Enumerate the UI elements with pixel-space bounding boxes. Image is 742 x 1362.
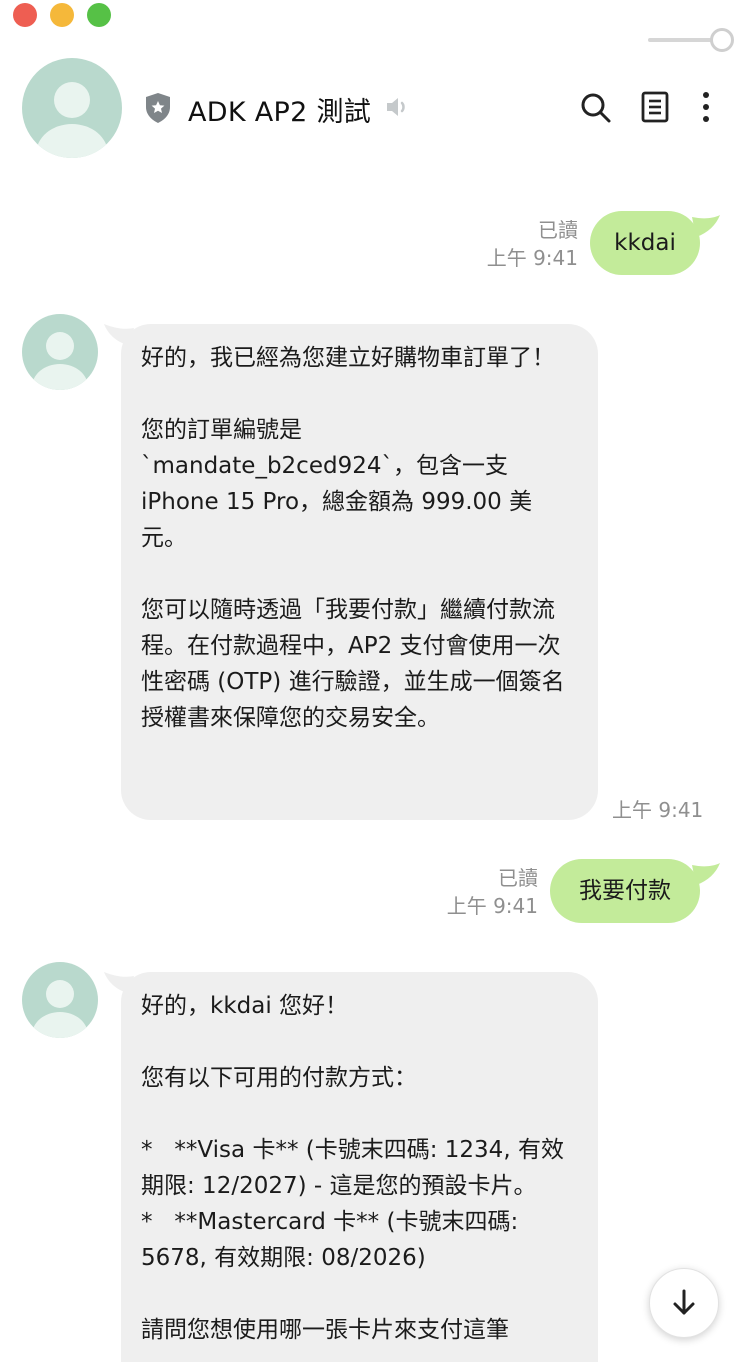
more-vertical-icon[interactable] <box>690 90 722 124</box>
message-paragraph: * **Visa 卡** (卡號末四碼: 1234, 有效期限: 12/2027… <box>141 1137 564 1271</box>
read-receipt: 已讀 <box>538 218 578 242</box>
arrow-down-icon <box>673 1289 695 1315</box>
avatar-body <box>36 124 108 158</box>
message-paragraph: 您有以下可用的付款方式： <box>141 1065 417 1091</box>
search-icon[interactable] <box>580 90 612 124</box>
speaker-icon[interactable] <box>384 94 410 120</box>
bubble-tail <box>692 863 720 885</box>
window-controls <box>13 3 111 27</box>
pin-knob <box>710 28 734 52</box>
chat-avatar[interactable] <box>22 58 122 158</box>
bubble-tail <box>692 215 720 237</box>
avatar-body <box>32 364 88 390</box>
sent-message-bubble[interactable]: 我要付款 <box>550 859 700 923</box>
avatar-head <box>46 332 74 360</box>
sent-message-bubble[interactable]: kkdai <box>590 211 700 275</box>
message-paragraph: 好的，我已經為您建立好購物車訂單了！ <box>141 345 555 371</box>
message-meta: 已讀 上午 9:41 <box>400 864 538 920</box>
avatar-head <box>46 980 74 1008</box>
message-text: kkdai <box>614 230 676 256</box>
pin-toggle[interactable] <box>648 28 734 52</box>
message-time: 上午 9:41 <box>612 798 704 822</box>
shield-star-icon <box>146 93 170 123</box>
received-message-bubble[interactable]: 好的，我已經為您建立好購物車訂單了！ 您的訂單編號是 `mandate_b2ce… <box>121 324 598 820</box>
message-paragraph: 好的，kkdai 您好！ <box>141 993 349 1019</box>
avatar-body <box>32 1012 88 1038</box>
scroll-to-bottom-button[interactable] <box>649 1268 719 1338</box>
received-message-bubble[interactable]: 好的，kkdai 您好！ 您有以下可用的付款方式： * **Visa 卡** (… <box>121 972 598 1362</box>
message-paragraph: 您的訂單編號是 `mandate_b2ced924`，包含一支 iPhone 1… <box>141 417 533 551</box>
minimize-window-button[interactable] <box>50 3 74 27</box>
message-text: 我要付款 <box>579 878 671 904</box>
message-time: 上午 9:41 <box>446 894 538 918</box>
close-window-button[interactable] <box>13 3 37 27</box>
notes-icon[interactable] <box>640 90 672 124</box>
message-meta: 已讀 上午 9:41 <box>440 216 578 272</box>
sender-avatar[interactable] <box>22 314 98 390</box>
message-time: 上午 9:41 <box>486 246 578 270</box>
sender-avatar[interactable] <box>22 962 98 1038</box>
read-receipt: 已讀 <box>498 866 538 890</box>
message-paragraph: 您可以隨時透過「我要付款」繼續付款流程。在付款過程中，AP2 支付會使用一次性密… <box>141 597 565 731</box>
maximize-window-button[interactable] <box>87 3 111 27</box>
message-paragraph: 請問您想使用哪一張卡片來支付這筆 <box>141 1317 509 1343</box>
avatar-head <box>54 82 90 118</box>
chat-title: ADK AP2 測試 <box>188 97 372 128</box>
pin-track <box>648 38 714 42</box>
